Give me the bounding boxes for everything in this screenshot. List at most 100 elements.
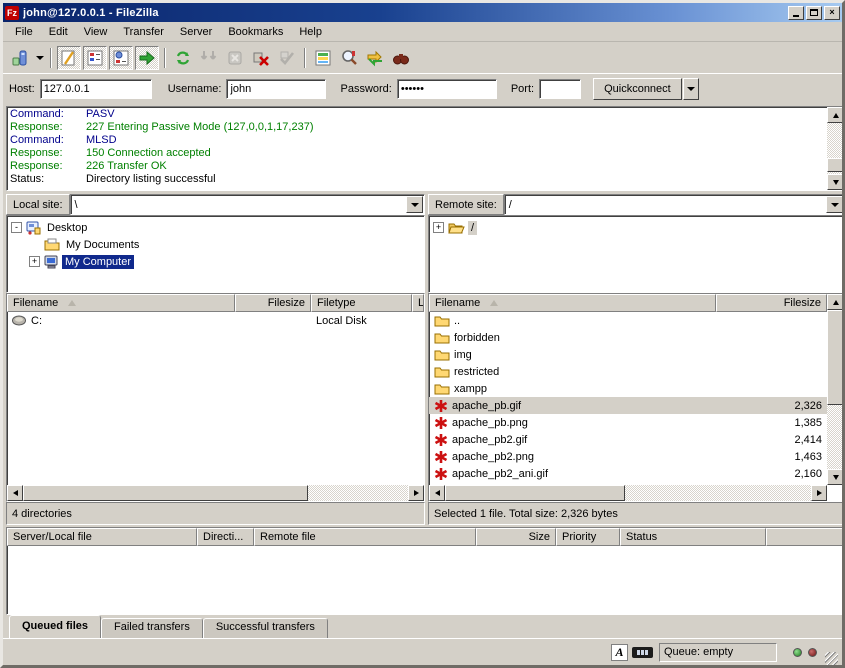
column-header-filesize[interactable]: Filesize (235, 294, 311, 312)
remote-file-row[interactable]: apache_pb2.gif 2,414 (429, 431, 827, 448)
message-log[interactable]: Command:PASV Response:227 Entering Passi… (6, 106, 845, 191)
column-header-status[interactable]: Status (620, 528, 766, 546)
scrollbar-thumb[interactable] (827, 158, 844, 172)
minimize-button[interactable] (788, 6, 804, 20)
menu-server[interactable]: Server (172, 24, 220, 40)
expand-icon[interactable]: + (433, 222, 444, 233)
quickconnect-button[interactable]: Quickconnect (593, 78, 682, 100)
tab-failed-transfers[interactable]: Failed transfers (101, 618, 203, 638)
site-manager-dropdown[interactable] (33, 46, 46, 70)
column-header-filename[interactable]: Filename (429, 294, 716, 312)
chevron-down-icon[interactable] (406, 196, 423, 213)
remote-file-row[interactable]: img (429, 346, 827, 363)
remote-file-row[interactable]: apache_pb2_ani.gif 2,160 (429, 465, 827, 482)
scroll-up-icon[interactable] (827, 107, 844, 123)
menu-view[interactable]: View (76, 24, 116, 40)
scroll-down-icon[interactable] (827, 469, 844, 485)
tab-queued-files[interactable]: Queued files (9, 615, 101, 638)
titlebar[interactable]: Fz john@127.0.0.1 - FileZilla × (3, 3, 842, 22)
menu-help[interactable]: Help (291, 24, 330, 40)
column-header-filetype[interactable]: Filetype (311, 294, 412, 312)
toggle-queue-button[interactable] (135, 46, 159, 70)
menu-edit[interactable]: Edit (41, 24, 76, 40)
remote-file-row[interactable]: apache_pb2.png 1,463 (429, 448, 827, 465)
find-files-button[interactable] (389, 46, 413, 70)
open-folder-icon (448, 221, 465, 234)
process-queue-button[interactable] (197, 46, 221, 70)
transfer-queue[interactable]: Server/Local file Directi... Remote file… (6, 527, 845, 615)
cancel-operation-button[interactable] (223, 46, 247, 70)
site-manager-button[interactable] (8, 46, 32, 70)
log-line: Response:226 Transfer OK (10, 160, 844, 173)
scrollbar-thumb[interactable] (445, 485, 625, 501)
close-button[interactable]: × (824, 6, 840, 20)
queue-status: Queue: empty (659, 643, 777, 662)
scroll-down-icon[interactable] (827, 174, 844, 190)
toggle-local-tree-button[interactable] (83, 46, 107, 70)
remote-file-row[interactable]: restricted (429, 363, 827, 380)
folder-icon (434, 314, 450, 327)
remote-file-row[interactable]: xampp (429, 380, 827, 397)
column-header-direction[interactable]: Directi... (197, 528, 254, 546)
synchronized-browsing-button[interactable] (363, 46, 387, 70)
toggle-message-log-button[interactable] (57, 46, 81, 70)
port-input[interactable] (539, 79, 581, 99)
indicator-badge-icon[interactable] (632, 647, 653, 658)
toggle-remote-tree-button[interactable] (109, 46, 133, 70)
menu-file[interactable]: File (7, 24, 41, 40)
remote-vertical-scrollbar[interactable] (827, 294, 844, 485)
local-site-combobox[interactable]: \ (70, 194, 425, 215)
column-header-priority[interactable]: Priority (556, 528, 620, 546)
scrollbar-thumb[interactable] (23, 485, 308, 501)
maximize-button[interactable] (806, 6, 822, 20)
remote-file-row-selected[interactable]: apache_pb.gif 2,326 (429, 397, 827, 414)
transfer-datatype-icon[interactable]: A (611, 644, 628, 661)
column-header-filesize[interactable]: Filesize (716, 294, 827, 312)
collapse-icon[interactable]: - (11, 222, 22, 233)
remote-site-combobox[interactable]: / (504, 194, 845, 215)
username-input[interactable] (226, 79, 326, 99)
remote-file-row[interactable]: apache_pb.png 1,385 (429, 414, 827, 431)
menu-bookmarks[interactable]: Bookmarks (220, 24, 291, 40)
column-header-size[interactable]: Size (476, 528, 556, 546)
remote-horizontal-scrollbar[interactable] (429, 485, 827, 501)
host-input[interactable] (40, 79, 152, 99)
tab-successful-transfers[interactable]: Successful transfers (203, 618, 328, 638)
column-header-remote-file[interactable]: Remote file (254, 528, 476, 546)
tree-item-my-computer[interactable]: + My Computer (11, 253, 424, 270)
scroll-right-icon[interactable] (811, 485, 827, 501)
local-file-row[interactable]: C: Local Disk (7, 312, 424, 329)
remote-file-row[interactable]: .. (429, 312, 827, 329)
column-header-blank[interactable] (766, 528, 844, 546)
password-input[interactable] (397, 79, 497, 99)
scroll-right-icon[interactable] (408, 485, 424, 501)
image-file-icon (434, 416, 448, 430)
local-horizontal-scrollbar[interactable] (7, 485, 424, 501)
scroll-up-icon[interactable] (827, 294, 844, 310)
tree-item-root[interactable]: + / (433, 219, 844, 236)
refresh-button[interactable] (171, 46, 195, 70)
remote-directory-tree[interactable]: + / (428, 215, 845, 293)
scrollbar-thumb[interactable] (827, 310, 844, 405)
local-site-label: Local site: (6, 194, 70, 215)
quickconnect-dropdown[interactable] (683, 78, 699, 100)
log-vertical-scrollbar[interactable] (827, 107, 844, 190)
remote-file-row[interactable]: forbidden (429, 329, 827, 346)
tree-item-desktop[interactable]: - Desktop (11, 219, 424, 236)
reconnect-button[interactable] (275, 46, 299, 70)
expand-icon[interactable]: + (29, 256, 40, 267)
tree-item-my-documents[interactable]: My Documents (11, 236, 424, 253)
local-directory-tree[interactable]: - Desktop My Documents + (6, 215, 425, 293)
column-header-filename[interactable]: Filename (7, 294, 235, 312)
filter-button[interactable] (311, 46, 335, 70)
chevron-down-icon[interactable] (826, 196, 843, 213)
scroll-left-icon[interactable] (7, 485, 23, 501)
column-header-server-local-file[interactable]: Server/Local file (7, 528, 197, 546)
directory-comparison-button[interactable] (337, 46, 361, 70)
column-header-lastmodified[interactable]: L (412, 294, 424, 312)
disconnect-button[interactable] (249, 46, 273, 70)
scroll-left-icon[interactable] (429, 485, 445, 501)
resize-grip[interactable] (825, 652, 838, 665)
remote-site-panel: Remote site: / + / (428, 194, 845, 293)
menu-transfer[interactable]: Transfer (115, 24, 172, 40)
